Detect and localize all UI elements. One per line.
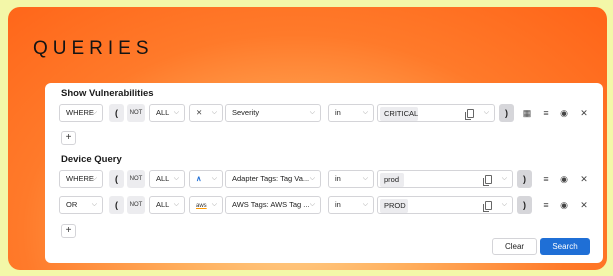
field-select[interactable]: Severity ⌵ (225, 104, 321, 122)
query-row: OR ⌵ ( NOT ALL ⌵ aws ⌵ AWS Tags: AWS Tag ..… (59, 196, 599, 214)
add-condition-button[interactable]: + (61, 224, 76, 238)
not-toggle[interactable]: NOT (127, 170, 145, 188)
field-select[interactable]: Adapter Tags: Tag Va... ⌵ (225, 170, 321, 188)
chevron-down-icon: ⌵ (501, 201, 507, 208)
chevron-down-icon: ⌵ (309, 201, 315, 208)
chevron-down-icon: ⌵ (173, 175, 179, 182)
adapter-select[interactable]: aws ⌵ (189, 196, 223, 214)
not-toggle[interactable]: NOT (127, 196, 145, 214)
aws-icon: aws (196, 203, 207, 209)
close-paren-button[interactable]: ) (499, 104, 514, 122)
chevron-down-icon: ⌵ (362, 109, 368, 116)
query-row: WHERE ⌵ ( NOT ALL ⌵ ✕ ⌵ Severity ⌵ in ⌵ CRITI… (59, 104, 599, 122)
chevron-down-icon: ⌵ (211, 201, 217, 208)
copy-icon (465, 109, 474, 120)
close-paren-button[interactable]: ) (517, 170, 532, 188)
close-icon[interactable]: ✕ (577, 106, 591, 120)
chevron-down-icon: ⌵ (173, 109, 179, 116)
chevron-down-icon: ⌵ (362, 201, 368, 208)
value-chip: PROD (380, 199, 408, 213)
chevron-down-icon: ⌵ (483, 109, 489, 116)
connector-select[interactable]: WHERE ⌵ (59, 104, 103, 122)
chevron-down-icon: ⌵ (91, 109, 97, 116)
scope-select[interactable]: ALL ⌵ (149, 104, 185, 122)
chevron-down-icon: ⌵ (211, 175, 217, 182)
connector-select[interactable]: WHERE ⌵ (59, 170, 103, 188)
search-button[interactable]: Search (540, 238, 590, 255)
query-row: WHERE ⌵ ( NOT ALL ⌵ ∧ ⌵ Adapter Tags: Tag V… (59, 170, 599, 188)
close-icon[interactable]: ✕ (577, 198, 591, 212)
chevron-down-icon: ⌵ (309, 109, 315, 116)
add-condition-button[interactable]: + (61, 131, 76, 145)
clear-button[interactable]: Clear (492, 238, 537, 255)
operator-select[interactable]: in ⌵ (328, 104, 374, 122)
query-builder-card: Show Vulnerabilities WHERE ⌵ ( NOT ALL ⌵ ✕… (45, 83, 603, 263)
operator-select[interactable]: in ⌵ (328, 170, 374, 188)
eye-icon[interactable]: ◉ (557, 106, 571, 120)
chevron-down-icon: ⌵ (501, 175, 507, 182)
value-input[interactable]: PROD ⌵ (377, 196, 513, 214)
adapter-select[interactable]: ✕ ⌵ (189, 104, 223, 122)
eye-icon[interactable]: ◉ (557, 198, 571, 212)
value-input[interactable]: CRITICAL ⌵ (377, 104, 495, 122)
open-paren-button[interactable]: ( (109, 170, 124, 188)
copy-icon (483, 175, 492, 186)
chevron-down-icon: ⌵ (91, 175, 97, 182)
crossed-arrows-icon: ✕ (196, 108, 203, 117)
filter-menu-icon[interactable]: ≡ (539, 172, 553, 186)
scope-select[interactable]: ALL ⌵ (149, 196, 185, 214)
table-icon[interactable]: ▦ (520, 106, 534, 120)
query-title: Show Vulnerabilities (61, 88, 154, 99)
value-input[interactable]: prod ⌵ (377, 170, 513, 188)
eye-icon[interactable]: ◉ (557, 172, 571, 186)
scope-select[interactable]: ALL ⌵ (149, 170, 185, 188)
field-select[interactable]: AWS Tags: AWS Tag ... ⌵ (225, 196, 321, 214)
queries-panel: QUERIES Show Vulnerabilities WHERE ⌵ ( NO… (8, 7, 607, 270)
filter-menu-icon[interactable]: ≡ (539, 198, 553, 212)
chevron-down-icon: ⌵ (91, 201, 97, 208)
close-icon[interactable]: ✕ (577, 172, 591, 186)
value-chip: CRITICAL (380, 107, 418, 121)
chevron-down-icon: ⌵ (309, 175, 315, 182)
chevron-up-icon: ∧ (196, 174, 202, 183)
operator-select[interactable]: in ⌵ (328, 196, 374, 214)
value-chip: prod (380, 173, 404, 187)
chevron-down-icon: ⌵ (362, 175, 368, 182)
chevron-down-icon: ⌵ (173, 201, 179, 208)
open-paren-button[interactable]: ( (109, 104, 124, 122)
page-title: QUERIES (33, 38, 154, 59)
open-paren-button[interactable]: ( (109, 196, 124, 214)
close-paren-button[interactable]: ) (517, 196, 532, 214)
copy-icon (483, 201, 492, 212)
not-toggle[interactable]: NOT (127, 104, 145, 122)
query-title: Device Query (61, 154, 122, 165)
filter-menu-icon[interactable]: ≡ (539, 106, 553, 120)
adapter-select[interactable]: ∧ ⌵ (189, 170, 223, 188)
connector-select[interactable]: OR ⌵ (59, 196, 103, 214)
chevron-down-icon: ⌵ (211, 109, 217, 116)
